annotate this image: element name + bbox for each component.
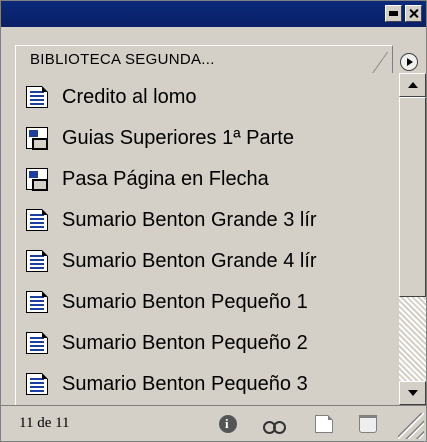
library-item[interactable]: Sumario Benton Grande 3 lír (16, 200, 399, 240)
minimize-icon[interactable] (385, 5, 402, 22)
library-item[interactable]: Pasa Página en Flecha (16, 159, 399, 199)
library-item-label: Guias Superiores 1ª Parte (62, 126, 294, 149)
placed-image-document-icon (26, 127, 48, 150)
library-item-label: Sumario Benton Grande 3 lír (62, 208, 317, 231)
library-item-label: Pasa Página en Flecha (62, 167, 269, 190)
library-panel: BIBLIOTECA SEGUNDA... Credito al lomo Gu… (0, 0, 427, 442)
library-item[interactable]: Credito al lomo (16, 77, 399, 117)
library-item[interactable]: Sumario Benton Pequeño 2 (16, 323, 399, 363)
library-item[interactable]: Sumario Benton Pequeño 1 (16, 282, 399, 322)
scroll-track[interactable] (399, 297, 426, 381)
library-item[interactable]: Sumario Benton Grande 4 lír (16, 241, 399, 281)
scroll-thumb[interactable] (399, 97, 426, 297)
library-item-label: Credito al lomo (62, 85, 197, 108)
library-item-label: Sumario Benton Pequeño 3 (62, 372, 308, 395)
library-item[interactable]: Guias Superiores 1ª Parte (16, 118, 399, 158)
tab-library-label: BIBLIOTECA SEGUNDA... (30, 51, 215, 68)
text-document-icon (26, 332, 48, 354)
item-info-icon[interactable] (219, 415, 237, 433)
library-item[interactable]: Sumario Benton Pequeño 3 (16, 364, 399, 404)
text-document-icon (26, 86, 48, 108)
panel-titlebar[interactable] (1, 1, 426, 27)
tab-library[interactable]: BIBLIOTECA SEGUNDA... (15, 45, 393, 73)
library-item-list: Credito al lomo Guias Superiores 1ª Part… (15, 73, 399, 405)
resize-grip-icon[interactable] (398, 413, 424, 439)
binoculars-icon[interactable] (263, 415, 286, 434)
library-item-label: Sumario Benton Pequeño 2 (62, 331, 308, 354)
panel-menu-icon[interactable] (400, 53, 418, 71)
library-item-label: Sumario Benton Grande 4 lír (62, 249, 317, 272)
new-item-icon[interactable] (315, 415, 333, 433)
text-document-icon (26, 250, 48, 272)
scroll-down-icon[interactable] (399, 381, 426, 405)
placed-image-document-icon (26, 168, 48, 191)
scroll-up-icon[interactable] (399, 73, 426, 97)
text-document-icon (26, 209, 48, 231)
status-bar: 11 de 11 (1, 405, 426, 441)
item-count: 11 de 11 (19, 415, 70, 431)
text-document-icon (26, 291, 48, 313)
text-document-icon (26, 373, 48, 395)
trash-icon[interactable] (359, 415, 377, 433)
vertical-scrollbar[interactable] (399, 73, 426, 405)
close-icon[interactable] (405, 5, 422, 22)
library-item-label: Sumario Benton Pequeño 1 (62, 290, 308, 313)
tab-row: BIBLIOTECA SEGUNDA... (1, 27, 426, 73)
